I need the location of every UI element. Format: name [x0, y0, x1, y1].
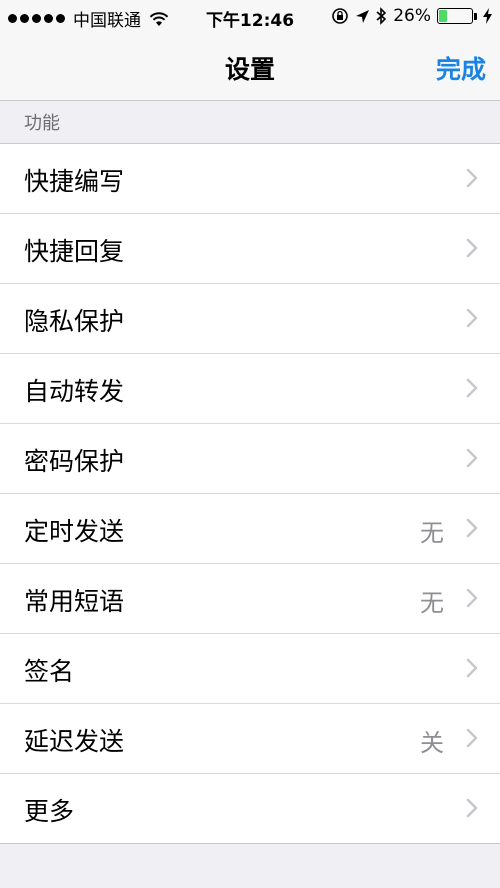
settings-row[interactable]: 快捷编写 — [0, 144, 500, 214]
charging-bolt-icon — [483, 8, 492, 24]
settings-row[interactable]: 延迟发送 关 — [0, 704, 500, 774]
chevron-right-icon — [466, 728, 478, 752]
battery-tip — [474, 12, 477, 20]
settings-row-value: 无 — [420, 519, 444, 547]
bluetooth-icon — [376, 7, 387, 25]
settings-row-value: 无 — [420, 589, 444, 617]
chevron-right-icon — [466, 168, 478, 192]
settings-row[interactable]: 密码保护 — [0, 424, 500, 494]
status-bar-right: 26% — [331, 6, 492, 26]
battery-icon — [437, 8, 473, 24]
settings-row-label: 自动转发 — [24, 377, 125, 406]
chevron-right-icon — [466, 798, 478, 822]
settings-row-label: 签名 — [24, 657, 75, 686]
chevron-right-icon — [466, 238, 478, 262]
chevron-right-icon — [466, 308, 478, 332]
page-title: 设置 — [224, 55, 275, 84]
chevron-right-icon — [466, 378, 478, 402]
settings-row[interactable]: 常用短语 无 — [0, 564, 500, 634]
settings-row-label: 隐私保护 — [24, 307, 125, 336]
settings-list: 快捷编写 快捷回复 隐私保护 自动转发 密码保护 定时发送无常用短语无签名 延迟发送关更多 — [0, 143, 500, 844]
chevron-right-icon — [466, 658, 478, 682]
chevron-right-icon — [466, 518, 478, 542]
settings-row-label: 常用短语 — [24, 587, 125, 616]
battery-percent: 26% — [393, 6, 431, 26]
settings-row[interactable]: 签名 — [0, 634, 500, 704]
rotation-lock-icon — [332, 8, 349, 24]
settings-row-label: 快捷编写 — [24, 167, 125, 196]
settings-row[interactable]: 快捷回复 — [0, 214, 500, 284]
status-bar: 中国联通 下午12:46 26% — [0, 0, 500, 36]
location-arrow-icon — [356, 9, 370, 23]
chevron-right-icon — [466, 588, 478, 612]
done-button[interactable]: 完成 — [436, 50, 486, 86]
settings-row-label: 更多 — [24, 797, 75, 826]
settings-row[interactable]: 定时发送 无 — [0, 494, 500, 564]
settings-row-label: 快捷回复 — [24, 237, 125, 266]
section-header: 功能 — [0, 101, 500, 143]
settings-row-label: 密码保护 — [24, 447, 125, 476]
navigation-bar: 设置 完成 — [0, 36, 500, 101]
settings-row[interactable]: 自动转发 — [0, 354, 500, 424]
chevron-right-icon — [466, 448, 478, 472]
settings-row-label: 定时发送 — [24, 517, 125, 546]
section-header-label: 功能 — [24, 113, 60, 134]
battery-level-fill — [439, 10, 448, 22]
settings-row[interactable]: 隐私保护 — [0, 284, 500, 354]
settings-row[interactable]: 更多 — [0, 774, 500, 843]
settings-row-value: 关 — [420, 729, 444, 757]
settings-row-label: 延迟发送 — [24, 727, 125, 756]
